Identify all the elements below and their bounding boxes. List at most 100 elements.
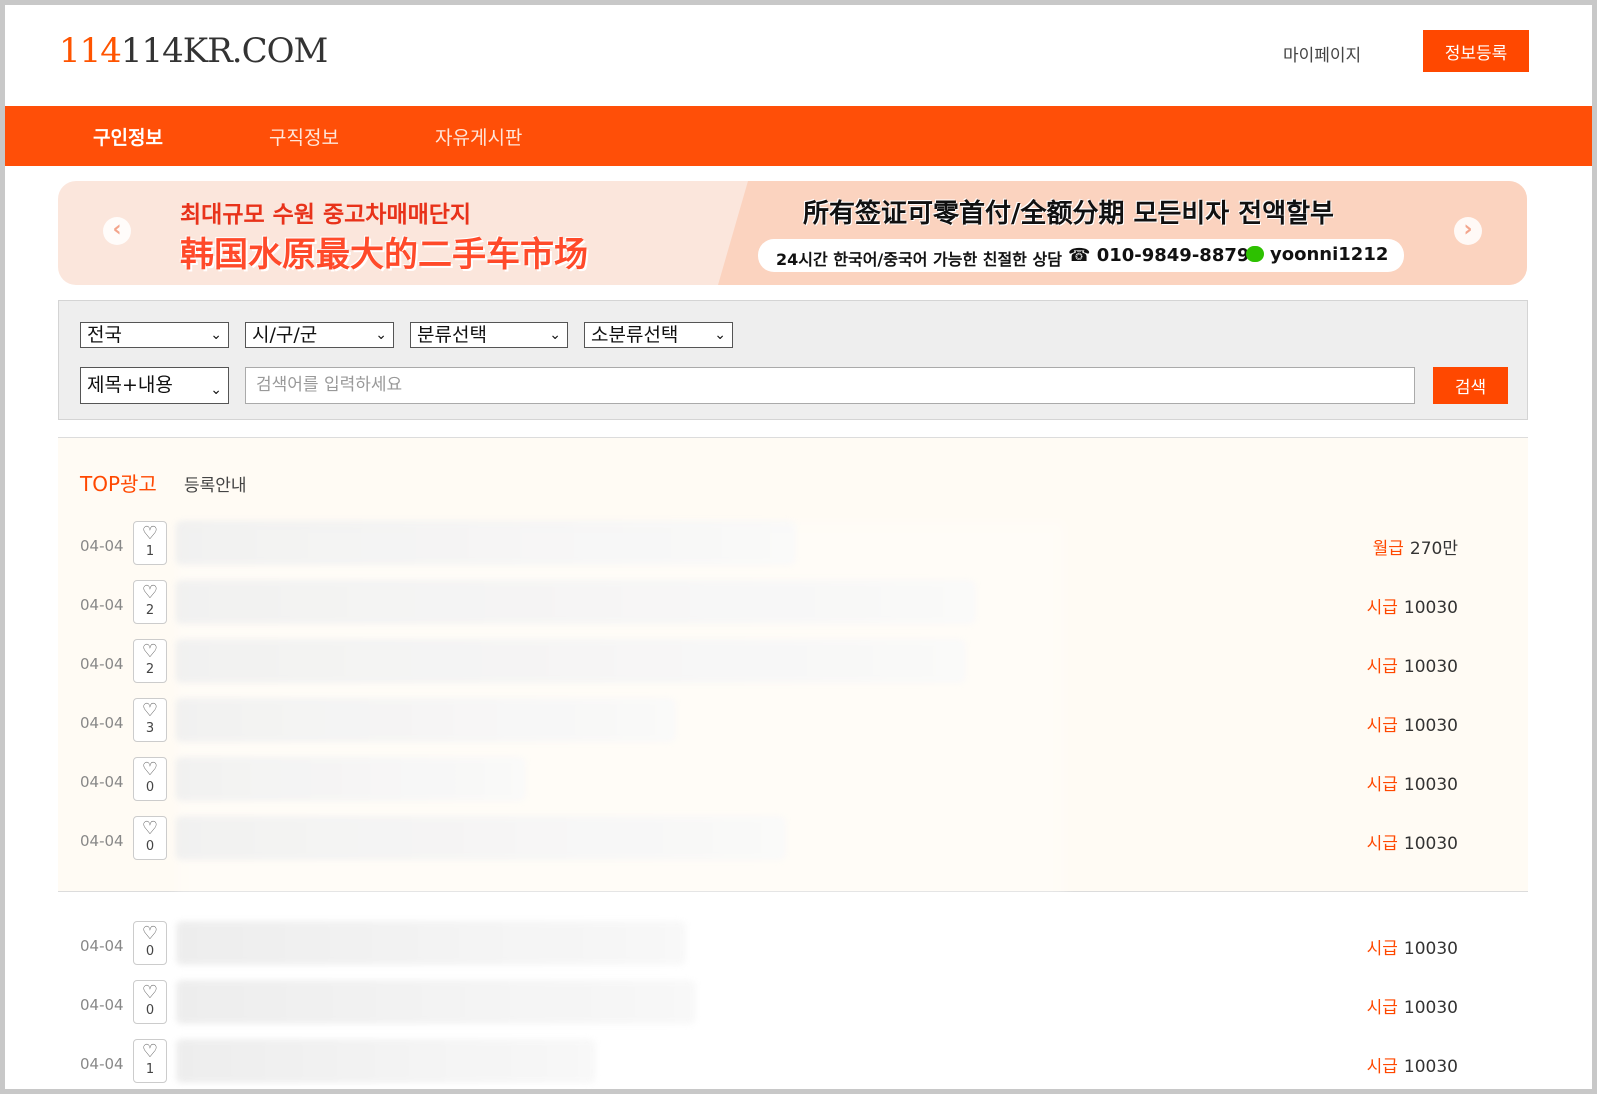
list-item[interactable]: 04-04 ♡ 2 시급 10030 <box>58 639 1528 687</box>
list-item-wage: 시급 10030 <box>1367 934 1458 959</box>
banner-prev-arrow-icon[interactable]: ‹ <box>103 217 131 245</box>
list-item-wage: 월급 270만 <box>1373 534 1458 559</box>
wage-amount: 10030 <box>1403 598 1458 618</box>
list-item-title[interactable] <box>176 580 976 624</box>
nav-item-free-board[interactable]: 자유게시판 <box>435 123 522 150</box>
like-button[interactable]: ♡ 0 <box>133 816 167 860</box>
like-button[interactable]: ♡ 0 <box>133 921 167 965</box>
search-panel: 전국 ⌄ 시/구/군 ⌄ 분류선택 ⌄ 소분류선택 ⌄ 제목+내용 ⌄ 검색어를 입력하세… <box>58 300 1528 420</box>
wage-type: 시급 <box>1366 1057 1398 1077</box>
heart-icon: ♡ <box>141 923 159 944</box>
category-select[interactable]: 분류선택 ⌄ <box>410 322 568 348</box>
heart-icon: ♡ <box>141 523 159 544</box>
chevron-down-icon: ⌄ <box>210 327 222 343</box>
chevron-down-icon: ⌄ <box>210 382 222 398</box>
wage-type: 시급 <box>1366 716 1398 736</box>
banner-next-arrow-icon[interactable]: › <box>1454 217 1482 245</box>
top-ad-title: TOP광고 <box>80 472 157 496</box>
wage-amount: 10030 <box>1403 716 1458 736</box>
list-item-date: 04-04 <box>80 937 124 955</box>
list-item[interactable]: 04-04 ♡ 0 시급 10030 <box>58 757 1528 805</box>
list-item-date: 04-04 <box>80 596 124 614</box>
mypage-link[interactable]: 마이페이지 <box>1283 41 1361 66</box>
wage-amount: 10030 <box>1403 657 1458 677</box>
search-button[interactable]: 검색 <box>1433 367 1508 404</box>
wage-type: 월급 <box>1372 539 1404 559</box>
region-select[interactable]: 전국 ⌄ <box>80 322 229 348</box>
list-item-title[interactable] <box>176 639 966 683</box>
wage-type: 시급 <box>1366 834 1398 854</box>
heart-icon: ♡ <box>141 818 159 839</box>
chevron-down-icon: ⌄ <box>375 327 387 343</box>
wage-amount: 10030 <box>1403 834 1458 854</box>
list-item[interactable]: 04-04 ♡ 2 시급 10030 <box>58 580 1528 628</box>
list-item-title[interactable] <box>176 816 786 860</box>
list-item[interactable]: 04-04 ♡ 0 시급 10030 <box>58 921 1528 969</box>
like-count: 1 <box>145 1062 155 1077</box>
search-input[interactable]: 검색어를 입력하세요 <box>245 367 1415 404</box>
list-item[interactable]: 04-04 ♡ 0 시급 10030 <box>58 980 1528 1028</box>
list-item[interactable]: 04-04 ♡ 1 시급 10030 <box>58 1039 1528 1087</box>
wage-amount: 10030 <box>1403 775 1458 795</box>
chevron-down-icon: ⌄ <box>714 327 726 343</box>
ad-banner[interactable]: 최대규모 수원 중고차매매단지 韩国水原最大的二手车市场 所有签证可零首付/全额… <box>58 181 1527 285</box>
list-item-wage: 시급 10030 <box>1367 993 1458 1018</box>
list-item-wage: 시급 10030 <box>1367 829 1458 854</box>
heart-icon: ♡ <box>141 700 159 721</box>
list-item[interactable]: 04-04 ♡ 0 시급 10030 <box>58 816 1528 864</box>
list-item-date: 04-04 <box>80 655 124 673</box>
like-button[interactable]: ♡ 1 <box>133 521 167 565</box>
banner-chinese-title: 韩国水原最大的二手车市场 <box>180 235 588 275</box>
wage-amount: 10030 <box>1403 1057 1458 1077</box>
like-button[interactable]: ♡ 0 <box>133 757 167 801</box>
district-select[interactable]: 시/구/군 ⌄ <box>245 322 394 348</box>
list-item-wage: 시급 10030 <box>1367 770 1458 795</box>
list-item-title[interactable] <box>176 921 686 965</box>
like-count: 2 <box>145 603 155 618</box>
list-item[interactable]: 04-04 ♡ 1 월급 270만 <box>58 521 1528 569</box>
like-count: 3 <box>145 721 155 736</box>
wage-type: 시급 <box>1366 657 1398 677</box>
banner-contact-pill: 24시간 한국어/중국어 가능한 친절한 상담 ☎ 010-9849-8879 … <box>758 239 1404 272</box>
like-button[interactable]: ♡ 2 <box>133 580 167 624</box>
like-count: 0 <box>145 1003 155 1018</box>
like-count: 1 <box>145 544 155 559</box>
list-item-date: 04-04 <box>80 714 124 732</box>
search-scope-value: 제목+내용 <box>87 374 173 396</box>
heart-icon: ♡ <box>141 582 159 603</box>
list-item-date: 04-04 <box>80 773 124 791</box>
list-item-title[interactable] <box>176 698 676 742</box>
list-item-title[interactable] <box>176 521 796 565</box>
like-button[interactable]: ♡ 1 <box>133 1039 167 1083</box>
list-item-title[interactable] <box>176 980 696 1024</box>
header: 114114KR.COM 마이페이지 정보등록 <box>5 5 1592 105</box>
site-logo[interactable]: 114114KR.COM <box>59 31 328 71</box>
wage-amount: 270만 <box>1409 539 1458 559</box>
heart-icon: ♡ <box>141 641 159 662</box>
list-item-title[interactable] <box>176 1039 596 1083</box>
nav-item-job-seekers[interactable]: 구직정보 <box>269 123 339 150</box>
wage-amount: 10030 <box>1403 939 1458 959</box>
banner-korean-title: 최대규모 수원 중고차매매단지 <box>180 202 472 228</box>
like-button[interactable]: ♡ 2 <box>133 639 167 683</box>
register-button[interactable]: 정보등록 <box>1423 30 1529 72</box>
nav-item-job-offers[interactable]: 구인정보 <box>93 123 163 150</box>
like-button[interactable]: ♡ 0 <box>133 980 167 1024</box>
like-button[interactable]: ♡ 3 <box>133 698 167 742</box>
list-item-date: 04-04 <box>80 1055 124 1073</box>
logo-text: 114KR.COM <box>120 31 328 71</box>
list-item-wage: 시급 10030 <box>1367 1052 1458 1077</box>
like-count: 0 <box>145 839 155 854</box>
district-select-value: 시/구/군 <box>252 324 318 346</box>
wage-amount: 10030 <box>1403 998 1458 1018</box>
search-scope-select[interactable]: 제목+내용 ⌄ <box>80 367 229 404</box>
top-ad-register-info-link[interactable]: 등록안내 <box>184 471 247 496</box>
list-item-date: 04-04 <box>80 832 124 850</box>
banner-headline: 所有签证可零首付/全额分期 모든비자 전액할부 <box>803 199 1334 229</box>
list-item[interactable]: 04-04 ♡ 3 시급 10030 <box>58 698 1528 746</box>
banner-wechat: yoonni1212 <box>1246 244 1388 265</box>
list-item-wage: 시급 10030 <box>1367 593 1458 618</box>
subcategory-select[interactable]: 소분류선택 ⌄ <box>584 322 733 348</box>
heart-icon: ♡ <box>141 982 159 1003</box>
list-item-title[interactable] <box>176 757 526 801</box>
